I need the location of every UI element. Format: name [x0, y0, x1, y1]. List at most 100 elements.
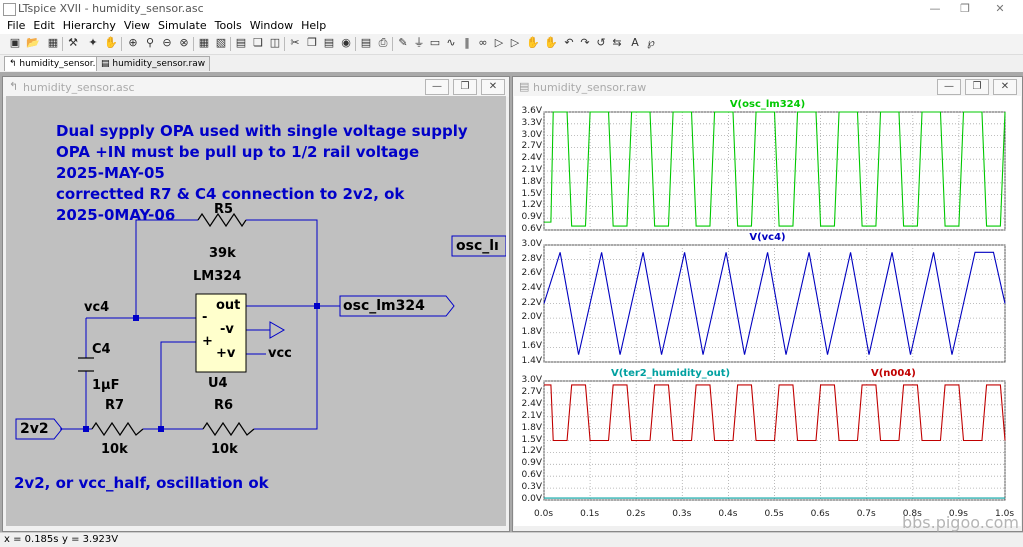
pane-1-ytick: 1.6V — [521, 341, 542, 352]
waveform-plot-area[interactable]: 3.6V 3.3V 3.0V 2.7V 2.4V 2.1V 1.8V 1.5V 1.2V 0.9V… — [514, 96, 1021, 526]
vc4-label: vc4 — [84, 300, 110, 315]
cursor-y-readout: y = 3.923V — [62, 534, 119, 545]
tab-humidity-sensor-raw[interactable]: ▤ humidity_sensor.raw — [96, 56, 211, 71]
capacitor-icon[interactable]: ‖ — [460, 36, 474, 50]
mirror-icon[interactable]: ⇆ — [610, 36, 624, 50]
menu-help[interactable]: Help — [297, 18, 330, 34]
save-icon[interactable]: ▦ — [46, 36, 60, 50]
schematic-note-5: 2025-0MAY-06 — [56, 206, 176, 224]
label-net-icon[interactable]: ▭ — [428, 36, 442, 50]
inductor-icon[interactable]: ∞ — [476, 36, 490, 50]
net-label-osc-lm324[interactable]: osc_lm324 — [343, 298, 425, 314]
pane-2-ytick: 2.4V — [521, 398, 542, 409]
schematic-restore-button[interactable]: ❐ — [453, 79, 477, 95]
find-icon[interactable]: ◉ — [339, 36, 353, 50]
schematic-note-3: 2025-MAY-05 — [56, 164, 165, 182]
redo-icon[interactable]: ↷ — [578, 36, 592, 50]
maximize-icon[interactable]: ❐ — [950, 1, 980, 17]
print-setup-icon[interactable]: ▤ — [359, 36, 373, 50]
cascade-icon[interactable]: ❏ — [251, 36, 265, 50]
pane-2-ytick: 3.0V — [521, 375, 542, 385]
trace-label[interactable]: V(ter2_humidity_out) — [611, 368, 730, 379]
trace-label[interactable]: V(n004) — [871, 368, 916, 379]
trace-label[interactable]: V(osc_lm324) — [514, 99, 1021, 110]
menu-edit[interactable]: Edit — [29, 18, 58, 34]
move-icon[interactable]: ✋ — [526, 36, 540, 50]
grid-icon[interactable]: ▧ — [214, 36, 228, 50]
pane-0-ytick: 0.9V — [521, 212, 542, 223]
paste-icon[interactable]: ▤ — [322, 36, 336, 50]
pane-1-ytick: 2.2V — [521, 297, 542, 308]
tile-vertical-icon[interactable]: ◫ — [268, 36, 282, 50]
waveform-restore-button[interactable]: ❐ — [965, 79, 989, 95]
schematic-canvas[interactable]: Dual sypply OPA used with single voltage… — [6, 96, 506, 526]
schematic-minimize-button[interactable]: — — [425, 79, 449, 95]
waveform-window-title: humidity_sensor.raw — [533, 81, 647, 94]
print-icon[interactable]: ⎙ — [376, 36, 390, 50]
waveform-close-button[interactable]: ✕ — [993, 79, 1017, 95]
rotate-icon[interactable]: ↺ — [594, 36, 608, 50]
c4-label: C4 — [92, 342, 111, 357]
menu-bar: File Edit Hierarchy View Simulate Tools Window… — [0, 18, 1023, 34]
drag-icon[interactable]: ✋ — [544, 36, 558, 50]
title-bar: LTspice XVII - humidity_sensor.asc — ❐ ✕ — [0, 0, 1023, 18]
pane-1-ytick: 1.4V — [521, 356, 542, 366]
schematic-window-icon: ↰ — [9, 80, 19, 93]
zoom-in-icon[interactable]: ⊕ — [126, 36, 140, 50]
opamp-plus-v-pin: +v — [216, 346, 236, 361]
menu-tools[interactable]: Tools — [211, 18, 246, 34]
c4-value: 1µF — [92, 378, 120, 393]
diode-icon[interactable]: ▷ — [492, 36, 506, 50]
window-title: LTspice XVII - humidity_sensor.asc — [18, 2, 204, 15]
open-folder-icon[interactable]: 📂 — [26, 36, 40, 50]
opamp-out-pin: out — [216, 298, 241, 313]
run-icon[interactable]: ✦ — [86, 36, 100, 50]
resistor-icon[interactable]: ∿ — [444, 36, 458, 50]
pane-1-ytick: 2.8V — [521, 253, 542, 264]
r7-value: 10k — [101, 442, 128, 457]
pane-0-ytick: 3.0V — [521, 129, 542, 140]
waveform-minimize-button[interactable]: — — [937, 79, 961, 95]
menu-window[interactable]: Window — [246, 18, 297, 34]
component-icon[interactable]: ▷ — [508, 36, 522, 50]
x-tick-label: 0.2s — [626, 509, 646, 519]
undo-icon[interactable]: ↶ — [562, 36, 576, 50]
net-label-2v2[interactable]: 2v2 — [20, 421, 49, 437]
close-icon[interactable]: ✕ — [985, 1, 1015, 17]
x-tick-label: 0.5s — [764, 509, 784, 519]
menu-view[interactable]: View — [120, 18, 154, 34]
halt-icon[interactable]: ✋ — [104, 36, 118, 50]
tile-horizontal-icon[interactable]: ▤ — [234, 36, 248, 50]
x-tick-label: 0.0s — [534, 509, 554, 519]
draw-wire-icon[interactable]: ✎ — [396, 36, 410, 50]
zoom-fit-icon[interactable]: ⊗ — [177, 36, 191, 50]
menu-simulate[interactable]: Simulate — [154, 18, 211, 34]
pane-2-ytick: 1.8V — [521, 422, 542, 433]
schematic-window-titlebar[interactable]: ↰ humidity_sensor.asc — ❐ ✕ — [3, 77, 509, 97]
menu-hierarchy[interactable]: Hierarchy — [59, 18, 120, 34]
text-icon[interactable]: A — [628, 36, 642, 50]
status-bar: x = 0.185s y = 3.923V — [0, 532, 1023, 547]
pane-2-ytick: 1.5V — [521, 434, 542, 445]
pane-1-ytick: 1.8V — [521, 326, 542, 337]
pan-icon[interactable]: ⚲ — [143, 36, 157, 50]
document-tabs: ↰ humidity_sensor.asc ▤ humidity_sensor.… — [0, 55, 1023, 71]
x-tick-label: 0.4s — [718, 509, 738, 519]
net-label-osc-clipped[interactable]: osc_lı — [456, 238, 499, 254]
toolbar: ▣ 📂 ▦ ⚒ ✦ ✋ ⊕ ⚲ ⊖ ⊗ ▦ ▧ ▤ ❏ ◫ ✂ ❐ ▤ ◉ ▤ … — [0, 34, 1023, 55]
x-tick-label: 0.7s — [856, 509, 876, 519]
minimize-icon[interactable]: — — [920, 1, 950, 17]
autorange-icon[interactable]: ▦ — [197, 36, 211, 50]
spice-directive-icon[interactable]: ℘ — [644, 36, 658, 50]
new-schematic-icon[interactable]: ▣ — [8, 36, 22, 50]
schematic-close-button[interactable]: ✕ — [481, 79, 505, 95]
ground-icon[interactable]: ⏚ — [412, 36, 426, 50]
copy-icon[interactable]: ❐ — [305, 36, 319, 50]
waveform-window-titlebar[interactable]: ▤ humidity_sensor.raw — ❐ ✕ — [513, 77, 1022, 97]
control-panel-icon[interactable]: ⚒ — [66, 36, 80, 50]
schematic-bottom-note: 2v2, or vcc_half, oscillation ok — [14, 474, 269, 492]
menu-file[interactable]: File — [3, 18, 29, 34]
cut-icon[interactable]: ✂ — [288, 36, 302, 50]
zoom-out-icon[interactable]: ⊖ — [160, 36, 174, 50]
trace-label[interactable]: V(vc4) — [514, 232, 1021, 243]
